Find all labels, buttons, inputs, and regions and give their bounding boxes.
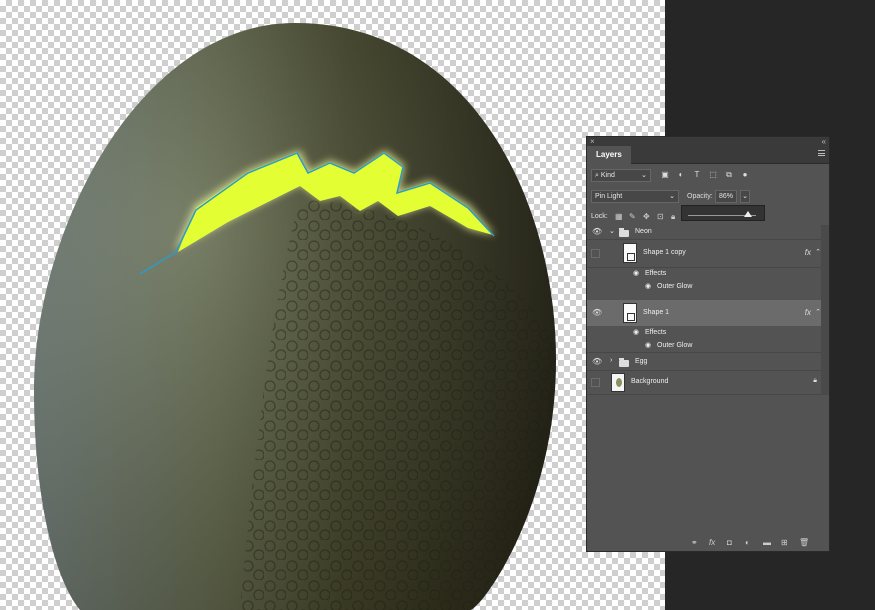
delete-layer-icon[interactable]: 🗑︎: [799, 538, 809, 548]
lock-all-icon[interactable]: 🔒︎: [671, 210, 675, 223]
layer-name: Neon: [635, 228, 652, 235]
link-layers-icon[interactable]: ⚭: [691, 538, 698, 548]
layer-row-shape-1-copy[interactable]: Shape 1 copy fx ⌃: [587, 240, 821, 268]
effects-eye-icon[interactable]: ◉: [633, 328, 639, 336]
visibility-toggle-empty[interactable]: [591, 249, 600, 258]
layer-name: Shape 1 copy: [643, 249, 686, 256]
lock-artboard-icon[interactable]: ⊡: [657, 210, 664, 223]
layers-scrollbar[interactable]: [821, 225, 829, 395]
effect-row-outer-glow[interactable]: ◉ Outer Glow: [587, 340, 821, 353]
visibility-toggle-empty[interactable]: [591, 378, 600, 387]
lock-icon[interactable]: 🔒︎: [813, 377, 817, 385]
egg-thumbnail-icon: [616, 378, 622, 387]
lock-label: Lock:: [591, 213, 608, 220]
panel-menu-icon[interactable]: [818, 150, 825, 156]
effect-eye-icon[interactable]: ◉: [645, 282, 651, 290]
effect-row-outer-glow[interactable]: ◉ Outer Glow: [587, 281, 821, 293]
folder-icon: [619, 228, 629, 237]
effects-fx-icon[interactable]: fx: [805, 248, 811, 257]
panel-bottom-toolbar: ⚭ fx ◘ ◐ ▬ ⊞ 🗑︎: [587, 537, 829, 551]
lock-image-pixels-icon[interactable]: ✎: [629, 210, 636, 223]
layer-name: Egg: [635, 358, 648, 365]
new-layer-icon[interactable]: ⊞: [781, 538, 788, 548]
type-layer-filter-icon[interactable]: T: [693, 171, 701, 179]
effect-eye-icon[interactable]: ◉: [645, 341, 651, 349]
opacity-input[interactable]: 86%: [715, 190, 737, 203]
pixel-layer-filter-icon[interactable]: ▣: [661, 171, 669, 179]
blend-mode-select[interactable]: Pin Light ⌄: [591, 190, 679, 203]
layer-thumbnail: [623, 243, 637, 263]
collapse-panel-icon[interactable]: «: [822, 137, 826, 146]
blend-mode-label: Pin Light: [595, 193, 623, 200]
add-mask-icon[interactable]: ◘: [727, 538, 732, 548]
layer-name: Shape 1: [643, 309, 670, 316]
effect-label: Outer Glow: [657, 342, 693, 349]
egg-artwork: [34, 23, 556, 610]
filter-row: ⌕ Kind ⌄ ▣ ◐ T ⬚ ⧉ ●: [591, 169, 825, 183]
effects-row[interactable]: ◉ Effects: [587, 268, 821, 280]
group-expand-chevron-icon[interactable]: ⌄: [609, 227, 615, 235]
search-icon: ⌕: [595, 172, 599, 179]
visibility-eye-icon[interactable]: 👁︎: [592, 309, 602, 317]
tab-layers[interactable]: Layers: [587, 146, 631, 164]
effects-label: Effects: [645, 270, 667, 277]
new-group-icon[interactable]: ▬: [763, 538, 771, 548]
filter-kind-label: Kind: [600, 172, 615, 179]
opacity-slider-toggle[interactable]: ⌄: [740, 190, 750, 203]
effects-eye-icon[interactable]: ◉: [633, 269, 639, 277]
layer-row-egg[interactable]: 👁︎ › Egg: [587, 354, 821, 371]
panel-header-bar: × «: [587, 137, 829, 146]
opacity-label: Opacity:: [687, 193, 713, 200]
smart-object-filter-icon[interactable]: ⧉: [725, 171, 733, 179]
chevron-down-icon: ⌄: [641, 172, 647, 179]
adjustment-layer-filter-icon[interactable]: ◐: [677, 171, 685, 179]
folder-icon: [619, 358, 629, 367]
layer-name: Background: [631, 378, 669, 385]
layer-row-background[interactable]: Background 🔒︎: [587, 371, 821, 395]
effects-label: Effects: [645, 329, 667, 336]
panel-tab-row: Layers: [587, 146, 829, 164]
filter-toggle-icon[interactable]: ●: [741, 171, 749, 179]
opacity-slider-popup[interactable]: [681, 205, 765, 221]
lock-transparent-pixels-icon[interactable]: ▦: [615, 210, 623, 223]
lock-row: Lock: ▦ ✎ ✥ ⊡ 🔒︎: [591, 205, 825, 224]
effects-fx-icon[interactable]: fx: [805, 308, 811, 317]
shape-layer-filter-icon[interactable]: ⬚: [709, 171, 717, 179]
layers-panel: × « Layers ⌕ Kind ⌄ ▣ ◐ T ⬚ ⧉ ● Pin Ligh…: [586, 136, 830, 552]
opacity-slider-thumb[interactable]: [744, 211, 753, 217]
blend-row: Pin Light ⌄ Opacity: 86% ⌄: [591, 190, 825, 204]
layer-row-shape-1[interactable]: 👁︎ Shape 1 fx ⌃: [587, 300, 821, 326]
group-collapse-chevron-icon[interactable]: ›: [610, 357, 612, 364]
effects-row[interactable]: ◉ Effects: [587, 327, 821, 339]
lock-position-icon[interactable]: ✥: [643, 210, 650, 223]
visibility-eye-icon[interactable]: 👁︎: [592, 228, 602, 236]
visibility-eye-icon[interactable]: 👁︎: [592, 358, 602, 366]
new-adjustment-layer-icon[interactable]: ◐: [745, 538, 750, 548]
close-panel-icon[interactable]: ×: [590, 137, 595, 146]
effect-label: Outer Glow: [657, 283, 693, 290]
layer-thumbnail: [623, 303, 637, 323]
add-layer-style-icon[interactable]: fx: [709, 538, 715, 548]
filter-kind-select[interactable]: ⌕ Kind ⌄: [591, 169, 651, 182]
layer-thumbnail: [611, 373, 625, 392]
chevron-down-icon: ⌄: [669, 193, 675, 200]
layer-row-neon[interactable]: 👁︎ ⌄ Neon: [587, 225, 821, 240]
